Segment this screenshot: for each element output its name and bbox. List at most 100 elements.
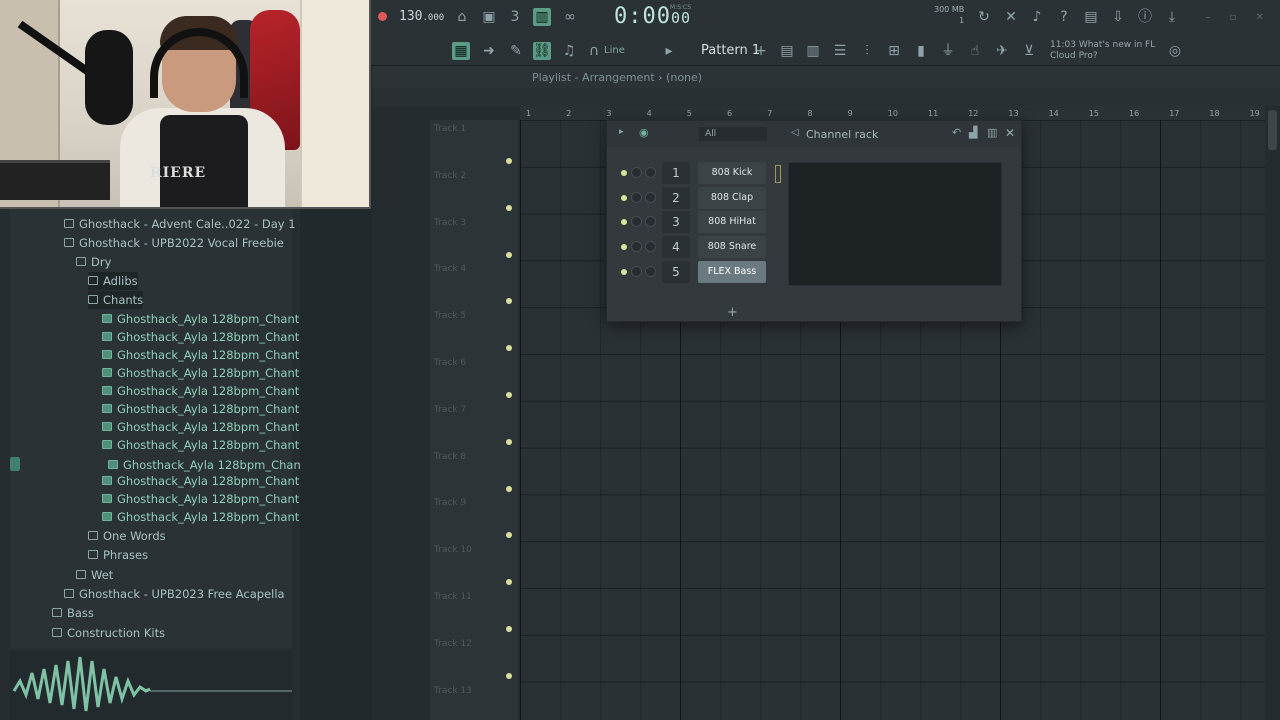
steps-view-icon[interactable]: ▥ [987, 126, 997, 139]
channel-name-button[interactable]: 808 Snare [698, 236, 766, 259]
browser-folder-item[interactable]: Bass [52, 604, 94, 622]
channel-mute-led[interactable] [621, 194, 627, 201]
track-mute-led[interactable] [506, 626, 512, 632]
track-mute-led[interactable] [506, 392, 512, 398]
arrow-right-icon[interactable]: ➜ [480, 42, 498, 60]
pencil-icon[interactable]: ✎ [507, 42, 525, 60]
help-icon[interactable]: ? [1055, 8, 1073, 26]
plugin-icon[interactable]: ✕ [1002, 8, 1020, 26]
channel-number[interactable]: 3 [662, 211, 690, 234]
cart-icon[interactable]: ⊻ [1020, 42, 1038, 60]
channel-volume-knob[interactable] [645, 216, 656, 228]
channel-number[interactable]: 1 [662, 162, 690, 184]
graph-icon[interactable]: ▟ [969, 126, 977, 139]
channel-name-button[interactable]: 808 Kick [698, 162, 766, 184]
plugin-database-icon[interactable]: ▮ [912, 42, 930, 60]
track-mute-led[interactable] [506, 251, 512, 258]
step-edit-icon[interactable]: ▥ [533, 8, 551, 26]
waveform-preview[interactable] [10, 651, 292, 720]
metronome-icon[interactable]: ⌂ [453, 8, 471, 26]
channel-pan-knob[interactable] [631, 241, 642, 253]
bell-icon[interactable]: ♫ [560, 42, 578, 60]
track-label[interactable]: Track 11 [434, 592, 472, 602]
news-panel[interactable]: 11:03 What's new in FL Cloud Pro? [1050, 40, 1155, 62]
track-label[interactable]: Track 9 [434, 498, 466, 508]
track-label[interactable]: Track 13 [434, 686, 472, 696]
channel-number[interactable]: 4 [662, 236, 690, 259]
channel-volume-knob[interactable] [645, 265, 656, 277]
channel-name-button[interactable]: 808 Clap [698, 186, 766, 209]
channel-filter-select[interactable]: All [699, 127, 767, 141]
track-mute-led[interactable] [506, 158, 512, 164]
browser-folder-item[interactable]: Phrases [88, 546, 148, 564]
channel-number[interactable]: 2 [662, 186, 690, 209]
channel-mute-led[interactable] [621, 244, 627, 251]
swing-icon[interactable]: ◉ [639, 126, 649, 139]
record-button[interactable] [378, 12, 387, 21]
globe-icon[interactable]: ◎ [1166, 42, 1184, 60]
track-label[interactable]: Track 12 [434, 639, 472, 649]
channel-volume-knob[interactable] [645, 241, 656, 253]
rack-menu-icon[interactable]: ▸ [619, 127, 624, 137]
track-mute-led[interactable] [506, 438, 512, 445]
channel-rack-header[interactable]: ▸ ◉ All ◁ Channel rack ↶ ▟ ▥ ✕ [607, 121, 1021, 147]
plug-icon[interactable]: ⏚ [939, 42, 957, 60]
magnet-icon[interactable]: ∩ [585, 42, 603, 60]
browser-folder-item[interactable]: Dry [76, 253, 111, 271]
browser-icon[interactable]: ⊞ [885, 42, 903, 60]
info-icon[interactable]: ⓘ [1136, 8, 1154, 26]
window-controls[interactable]: – ▫ ✕ [1205, 12, 1272, 23]
browser-marker[interactable] [10, 457, 20, 471]
channel-name-button[interactable]: 808 HiHat [698, 211, 766, 234]
undo-history-icon[interactable]: ↻ [975, 8, 993, 26]
touch-icon[interactable]: ☝ [966, 42, 984, 60]
browser-folder-item[interactable]: Ghosthack - UPB2023 Free Acapella [64, 585, 285, 603]
track-label[interactable]: Track 10 [434, 545, 472, 555]
microphone-icon[interactable]: ♪ [1028, 8, 1046, 26]
track-label[interactable]: Track 6 [434, 358, 466, 368]
browser-folder-item[interactable]: Adlibs [88, 272, 138, 290]
channel-volume-knob[interactable] [645, 191, 656, 203]
timeline-ruler[interactable]: 1 2 3 4 5 6 7 8 9 10 11 12 13 14 15 16 17 18 19 [520, 106, 1265, 120]
channel-mute-led[interactable] [621, 170, 627, 176]
playlist-view-icon[interactable]: ▦ [452, 42, 470, 60]
render-icon[interactable]: ⇩ [1109, 8, 1127, 26]
playlist-scrollbar[interactable] [1265, 106, 1280, 720]
link-icon[interactable]: ⛓ [533, 42, 551, 60]
step-sequencer[interactable] [788, 162, 1002, 286]
playlist-icon[interactable]: ▤ [778, 42, 796, 60]
track-label[interactable]: Track 2 [434, 171, 466, 181]
track-label[interactable]: Track 3 [434, 218, 466, 228]
browser-folder-item[interactable]: Ghosthack - UPB2022 Vocal Freebie [64, 234, 284, 252]
track-mute-led[interactable] [506, 672, 512, 679]
add-pattern-icon[interactable]: + [752, 42, 770, 60]
browser-folder-item[interactable]: One Words [88, 527, 166, 545]
channel-pan-knob[interactable] [631, 167, 642, 178]
channel-pan-knob[interactable] [631, 216, 642, 228]
track-label[interactable]: Track 1 [434, 124, 466, 134]
channel-volume-knob[interactable] [645, 167, 656, 178]
scrollbar-thumb[interactable] [1268, 110, 1277, 150]
track-label[interactable]: Track 7 [434, 405, 466, 415]
loop-record-icon[interactable]: ∞ [561, 8, 579, 26]
tempo-display[interactable]: 130.000 [399, 9, 444, 24]
save-icon[interactable]: ▤ [1082, 8, 1100, 26]
channel-mute-led[interactable] [621, 268, 627, 275]
channel-pan-knob[interactable] [631, 265, 642, 277]
snap-selector[interactable]: Line [604, 45, 625, 56]
export-icon[interactable]: ⤓ [1163, 8, 1181, 26]
wait-input-icon[interactable]: ▣ [480, 8, 498, 26]
mixer-icon[interactable]: ⫶ [858, 42, 876, 60]
channel-mute-led[interactable] [621, 219, 627, 226]
channel-name-button[interactable]: FLEX Bass [698, 260, 766, 283]
piano-roll-icon[interactable]: ▥ [804, 42, 822, 60]
browser-folder-item[interactable]: Construction Kits [52, 624, 165, 642]
channel-pan-knob[interactable] [631, 191, 642, 203]
channel-rack-icon[interactable]: ☰ [831, 42, 849, 60]
track-label[interactable]: Track 4 [434, 264, 466, 274]
playlist-titlebar[interactable]: Playlist - Arrangement › (none) [372, 66, 1280, 88]
channel-number[interactable]: 5 [662, 260, 690, 283]
browser-folder-item[interactable]: Chants [88, 291, 144, 309]
countdown-icon[interactable]: 3 [506, 8, 524, 26]
feather-icon[interactable]: ✈ [993, 42, 1011, 60]
